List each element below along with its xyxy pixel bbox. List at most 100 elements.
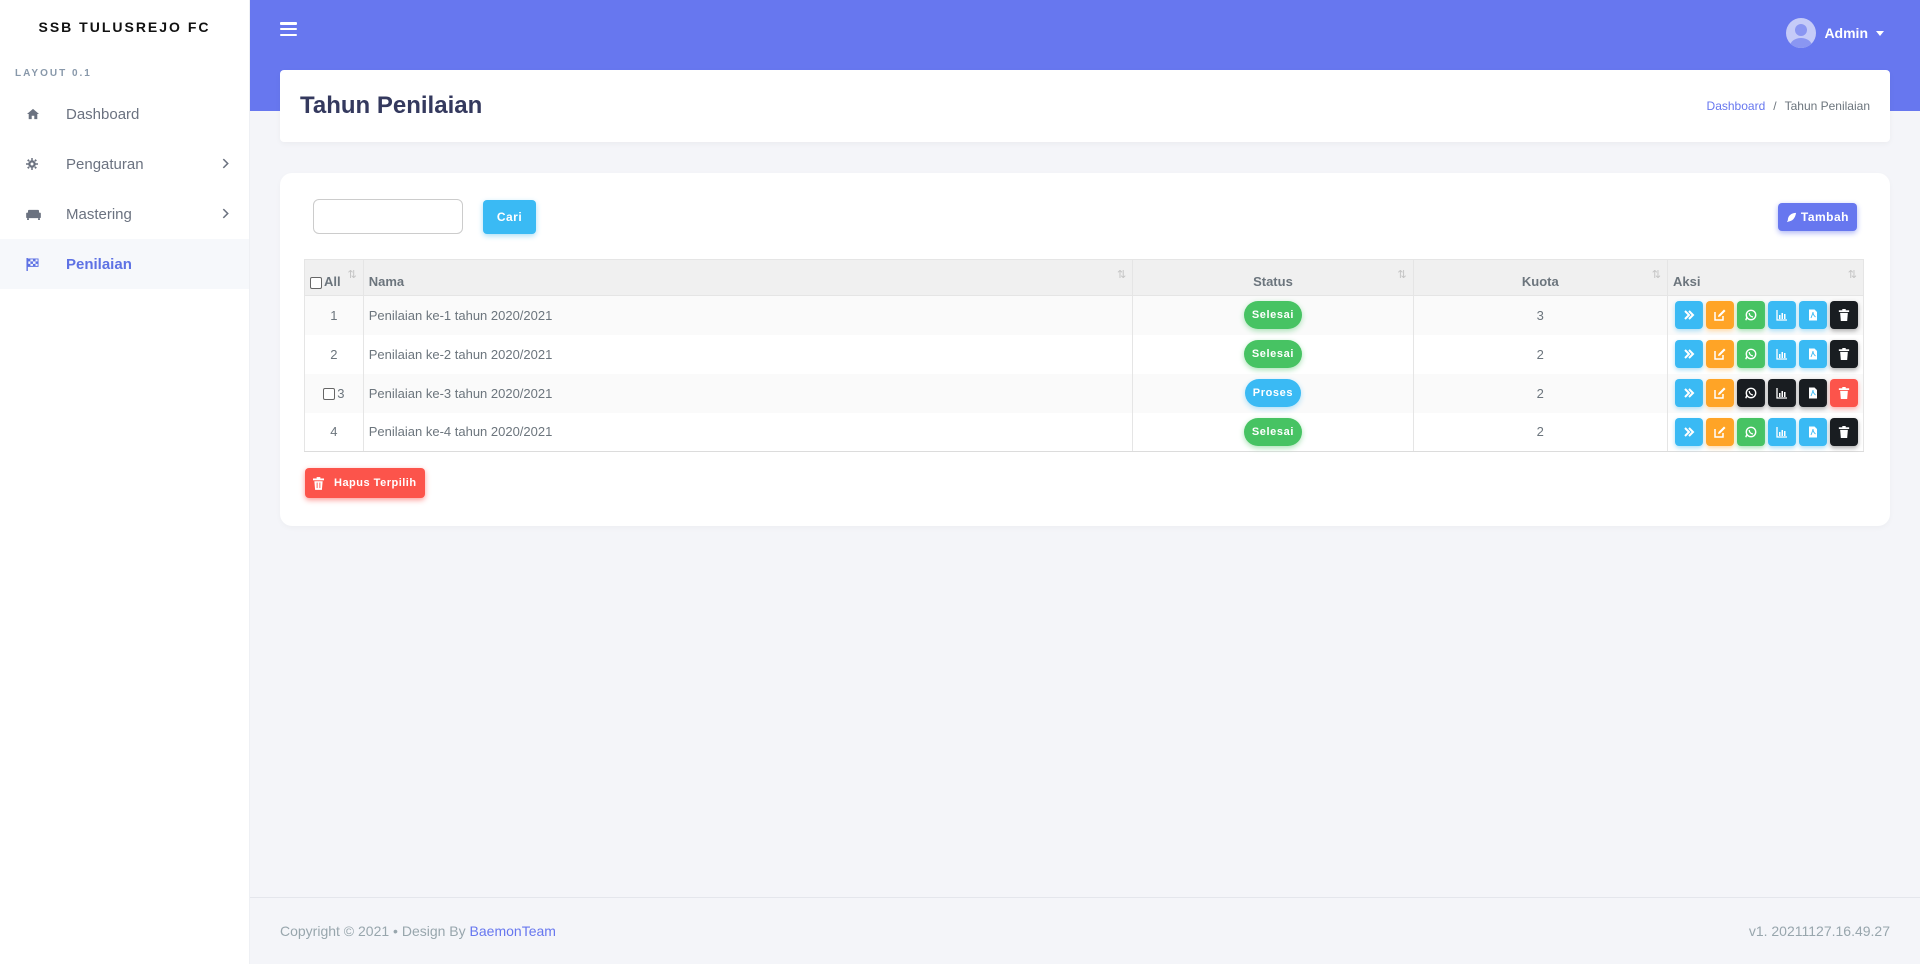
pdf-button[interactable] — [1798, 301, 1827, 330]
whatsapp-button[interactable] — [1736, 340, 1765, 368]
search-button[interactable]: Cari — [483, 200, 536, 234]
sort-icon[interactable]: ⇅ — [1848, 268, 1857, 281]
trash-icon — [1838, 348, 1850, 360]
kuota-cell: 2 — [1412, 412, 1668, 452]
content-card: Cari Tambah All ⇅ Nama ⇅ Status ⇅ Kuota ⇅ Ak… — [280, 173, 1890, 526]
sidebar-item-mastering[interactable]: Mastering — [0, 189, 249, 239]
actions-cell — [1666, 334, 1865, 374]
user-menu[interactable]: Admin — [1786, 18, 1884, 48]
add-button-label: Tambah — [1800, 210, 1849, 224]
row-checkbox[interactable] — [323, 388, 336, 401]
chart-button[interactable] — [1767, 340, 1796, 368]
sort-icon[interactable]: ⇅ — [1652, 268, 1661, 281]
actions-cell — [1666, 373, 1865, 413]
chevrons-right-icon — [1683, 426, 1695, 438]
column-header-all[interactable]: All ⇅ — [304, 259, 364, 296]
file-pdf-icon — [1807, 387, 1819, 399]
status-cell: Selesai — [1132, 295, 1414, 335]
version-text: v1. 20211127.16.49.27 — [1748, 923, 1890, 939]
edit-icon — [1714, 426, 1726, 438]
row-number-cell: 2 — [304, 334, 364, 374]
edit-icon — [1714, 387, 1726, 399]
footer: Copyright © 2021 • Design By BaemonTeam … — [250, 897, 1920, 964]
sort-icon[interactable]: ⇅ — [348, 268, 357, 281]
status-cell: Selesai — [1132, 412, 1414, 452]
detail-button[interactable] — [1674, 379, 1703, 407]
detail-button[interactable] — [1674, 417, 1703, 446]
chart-bar-icon — [1776, 348, 1788, 360]
sidebar-item-dashboard[interactable]: Dashboard — [0, 89, 249, 139]
chart-button[interactable] — [1767, 301, 1796, 330]
whatsapp-button[interactable] — [1736, 417, 1765, 446]
trash-icon — [1838, 387, 1850, 399]
action-group — [1673, 340, 1858, 368]
table-header-row: All ⇅ Nama ⇅ Status ⇅ Kuota ⇅ Aksi ⇅ — [304, 259, 1865, 296]
chart-bar-icon — [1776, 426, 1788, 438]
delete-button[interactable] — [1829, 417, 1858, 446]
flag-checkered-icon — [26, 257, 66, 271]
column-header-aksi[interactable]: Aksi ⇅ — [1666, 259, 1865, 296]
sidebar-item-label: Mastering — [66, 205, 132, 223]
edit-button[interactable] — [1705, 379, 1734, 407]
chevrons-right-icon — [1683, 387, 1695, 399]
sidebar: SSB TULUSREJO FC LAYOUT 0.1 Dashboard Pe… — [0, 0, 250, 964]
gear-icon — [26, 158, 66, 170]
chevron-right-icon — [222, 206, 229, 222]
feather-icon — [1786, 212, 1796, 222]
status-cell: Proses — [1132, 373, 1414, 413]
column-header-kuota[interactable]: Kuota ⇅ — [1412, 259, 1668, 296]
select-all-checkbox[interactable] — [310, 276, 322, 289]
action-group — [1673, 301, 1858, 330]
trash-icon — [313, 476, 324, 490]
kuota-cell: 2 — [1412, 373, 1668, 413]
chart-button[interactable] — [1767, 379, 1796, 407]
breadcrumb-link-dashboard[interactable]: Dashboard — [1707, 99, 1766, 113]
delete-button[interactable] — [1829, 379, 1858, 407]
pdf-button[interactable] — [1798, 340, 1827, 368]
column-header-status[interactable]: Status ⇅ — [1132, 259, 1414, 296]
column-header-nama[interactable]: Nama ⇅ — [362, 259, 1134, 296]
chart-button[interactable] — [1767, 417, 1796, 446]
menu-toggle-icon[interactable] — [280, 22, 297, 36]
sidebar-item-penilaian[interactable]: Penilaian — [0, 239, 249, 289]
actions-cell — [1666, 295, 1865, 335]
actions-cell — [1666, 412, 1865, 452]
delete-button[interactable] — [1829, 340, 1858, 368]
nama-cell: Penilaian ke-1 tahun 2020/2021 — [362, 295, 1134, 335]
row-number-cell: 4 — [304, 412, 364, 452]
search-input[interactable] — [313, 199, 463, 234]
edit-button[interactable] — [1705, 340, 1734, 368]
sidebar-item-label: Dashboard — [66, 105, 140, 123]
edit-icon — [1714, 348, 1726, 360]
detail-button[interactable] — [1674, 301, 1703, 330]
table-row: 2 Penilaian ke-2 tahun 2020/2021 Selesai… — [304, 334, 1865, 374]
sidebar-item-pengaturan[interactable]: Pengaturan — [0, 139, 249, 189]
add-button[interactable]: Tambah — [1777, 203, 1857, 231]
trash-icon — [1838, 425, 1850, 438]
edit-button[interactable] — [1705, 301, 1734, 330]
breadcrumb: Dashboard / Tahun Penilaian — [1707, 99, 1870, 113]
status-badge: Proses — [1244, 379, 1302, 407]
pdf-button[interactable] — [1798, 379, 1827, 407]
delete-button[interactable] — [1829, 301, 1858, 330]
whatsapp-button[interactable] — [1736, 301, 1765, 330]
designer-link[interactable]: BaemonTeam — [470, 923, 556, 939]
caret-down-icon — [1876, 30, 1884, 36]
whatsapp-button[interactable] — [1736, 379, 1765, 407]
nama-cell: Penilaian ke-2 tahun 2020/2021 — [362, 334, 1134, 374]
table-row: 4 Penilaian ke-4 tahun 2020/2021 Selesai… — [304, 412, 1865, 452]
pdf-button[interactable] — [1798, 417, 1827, 446]
chart-bar-icon — [1776, 387, 1788, 399]
whatsapp-icon — [1745, 348, 1757, 360]
delete-selected-button[interactable]: Hapus Terpilih — [305, 468, 425, 498]
edit-button[interactable] — [1705, 417, 1734, 446]
file-pdf-icon — [1807, 426, 1819, 438]
whatsapp-icon — [1745, 309, 1757, 321]
sort-icon[interactable]: ⇅ — [1117, 268, 1126, 281]
kuota-cell: 3 — [1412, 295, 1668, 335]
breadcrumb-current: Tahun Penilaian — [1784, 99, 1870, 113]
nama-cell: Penilaian ke-4 tahun 2020/2021 — [362, 412, 1134, 452]
sort-icon[interactable]: ⇅ — [1397, 268, 1406, 281]
brand-logo[interactable]: SSB TULUSREJO FC — [0, 0, 249, 54]
detail-button[interactable] — [1674, 340, 1703, 368]
